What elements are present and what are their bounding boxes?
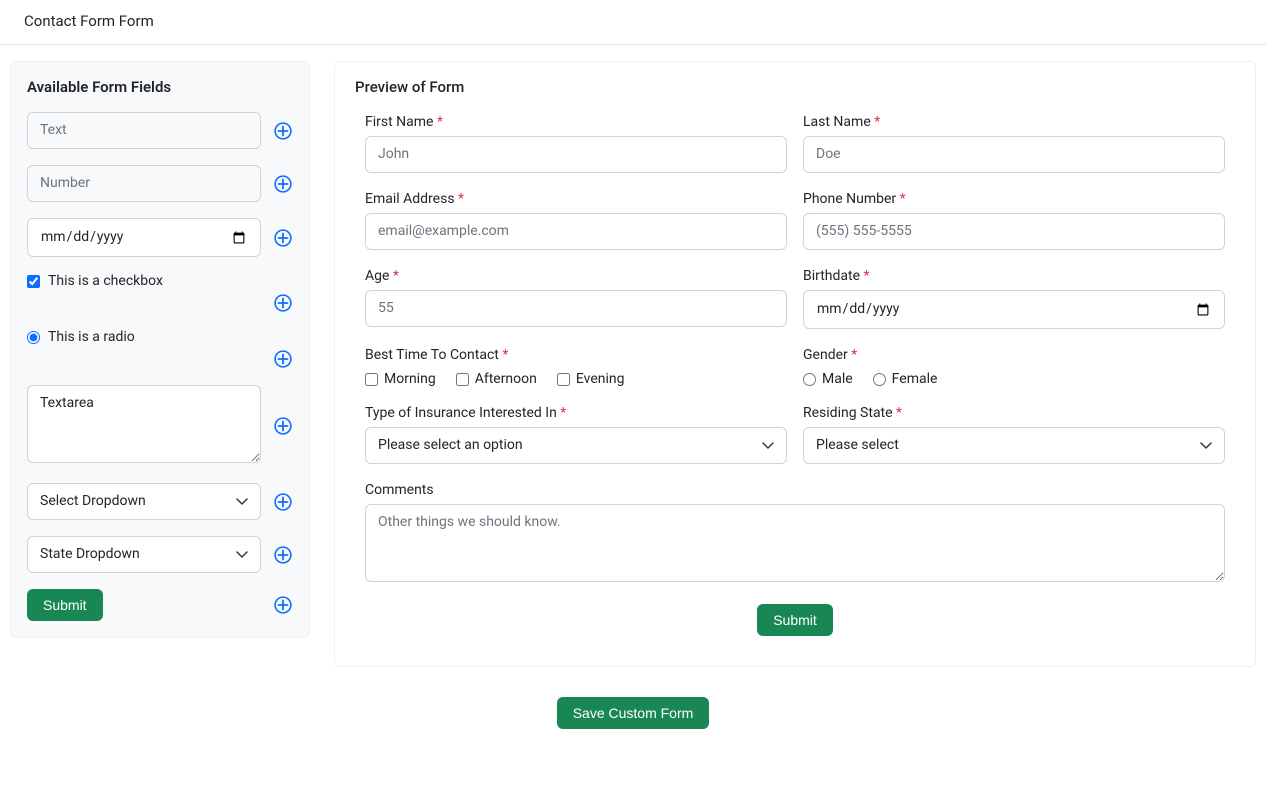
birthdate-label: Birthdate * bbox=[803, 268, 1225, 284]
best-time-checkbox-evening[interactable] bbox=[557, 373, 570, 386]
best-time-label: Best Time To Contact * bbox=[365, 347, 787, 363]
age-label: Age * bbox=[365, 268, 787, 284]
plus-circle-icon bbox=[274, 596, 292, 614]
sample-textarea[interactable] bbox=[27, 385, 261, 463]
first-name-input[interactable] bbox=[365, 136, 787, 173]
best-time-checkbox-morning[interactable] bbox=[365, 373, 378, 386]
best-time-checkbox-afternoon[interactable] bbox=[456, 373, 469, 386]
add-number-field-button[interactable] bbox=[273, 174, 293, 194]
plus-circle-icon bbox=[274, 175, 292, 193]
available-fields-panel: Available Form Fields This is a checkbox bbox=[10, 61, 310, 638]
best-time-option[interactable]: Evening bbox=[557, 371, 625, 387]
add-submit-field-button[interactable] bbox=[273, 595, 293, 615]
plus-circle-icon bbox=[274, 294, 292, 312]
sample-select-dropdown[interactable]: Select Dropdown bbox=[27, 483, 261, 520]
page-title: Contact Form Form bbox=[0, 0, 1266, 45]
plus-circle-icon bbox=[274, 229, 292, 247]
first-name-label: First Name * bbox=[365, 114, 787, 130]
insurance-label: Type of Insurance Interested In * bbox=[365, 405, 787, 421]
comments-textarea[interactable] bbox=[365, 504, 1225, 582]
email-input[interactable] bbox=[365, 213, 787, 250]
sample-date-input[interactable] bbox=[27, 218, 261, 257]
plus-circle-icon bbox=[274, 122, 292, 140]
available-fields-heading: Available Form Fields bbox=[27, 78, 293, 96]
birthdate-input[interactable] bbox=[803, 290, 1225, 329]
sample-radio[interactable] bbox=[27, 331, 40, 344]
comments-label: Comments bbox=[365, 482, 1225, 498]
sample-submit-button[interactable]: Submit bbox=[27, 589, 103, 621]
gender-radio-female[interactable] bbox=[873, 373, 886, 386]
gender-option[interactable]: Male bbox=[803, 371, 853, 387]
best-time-option[interactable]: Morning bbox=[365, 371, 436, 387]
age-input[interactable] bbox=[365, 290, 787, 327]
add-text-field-button[interactable] bbox=[273, 121, 293, 141]
phone-label: Phone Number * bbox=[803, 191, 1225, 207]
gender-radio-male[interactable] bbox=[803, 373, 816, 386]
preview-panel: Preview of Form First Name * Last Name *… bbox=[334, 61, 1256, 667]
add-radio-field-button[interactable] bbox=[273, 349, 293, 369]
best-time-option[interactable]: Afternoon bbox=[456, 371, 537, 387]
sample-number-input[interactable] bbox=[27, 165, 261, 202]
sample-checkbox[interactable] bbox=[27, 275, 40, 288]
preview-heading: Preview of Form bbox=[355, 78, 1235, 96]
plus-circle-icon bbox=[274, 546, 292, 564]
insurance-select[interactable]: Please select an option bbox=[365, 427, 787, 464]
last-name-input[interactable] bbox=[803, 136, 1225, 173]
sample-checkbox-label: This is a checkbox bbox=[48, 273, 163, 289]
add-date-field-button[interactable] bbox=[273, 228, 293, 248]
sample-state-dropdown[interactable]: State Dropdown bbox=[27, 536, 261, 573]
preview-submit-button[interactable]: Submit bbox=[757, 604, 833, 636]
email-label: Email Address * bbox=[365, 191, 787, 207]
add-state-field-button[interactable] bbox=[273, 545, 293, 565]
plus-circle-icon bbox=[274, 350, 292, 368]
plus-circle-icon bbox=[274, 417, 292, 435]
save-custom-form-button[interactable]: Save Custom Form bbox=[557, 697, 710, 729]
add-textarea-field-button[interactable] bbox=[273, 416, 293, 436]
gender-label: Gender * bbox=[803, 347, 1225, 363]
add-checkbox-field-button[interactable] bbox=[273, 293, 293, 313]
add-select-field-button[interactable] bbox=[273, 492, 293, 512]
state-select[interactable]: Please select bbox=[803, 427, 1225, 464]
plus-circle-icon bbox=[274, 493, 292, 511]
phone-input[interactable] bbox=[803, 213, 1225, 250]
last-name-label: Last Name * bbox=[803, 114, 1225, 130]
state-label: Residing State * bbox=[803, 405, 1225, 421]
sample-radio-label: This is a radio bbox=[48, 329, 135, 345]
gender-option[interactable]: Female bbox=[873, 371, 938, 387]
sample-text-input[interactable] bbox=[27, 112, 261, 149]
